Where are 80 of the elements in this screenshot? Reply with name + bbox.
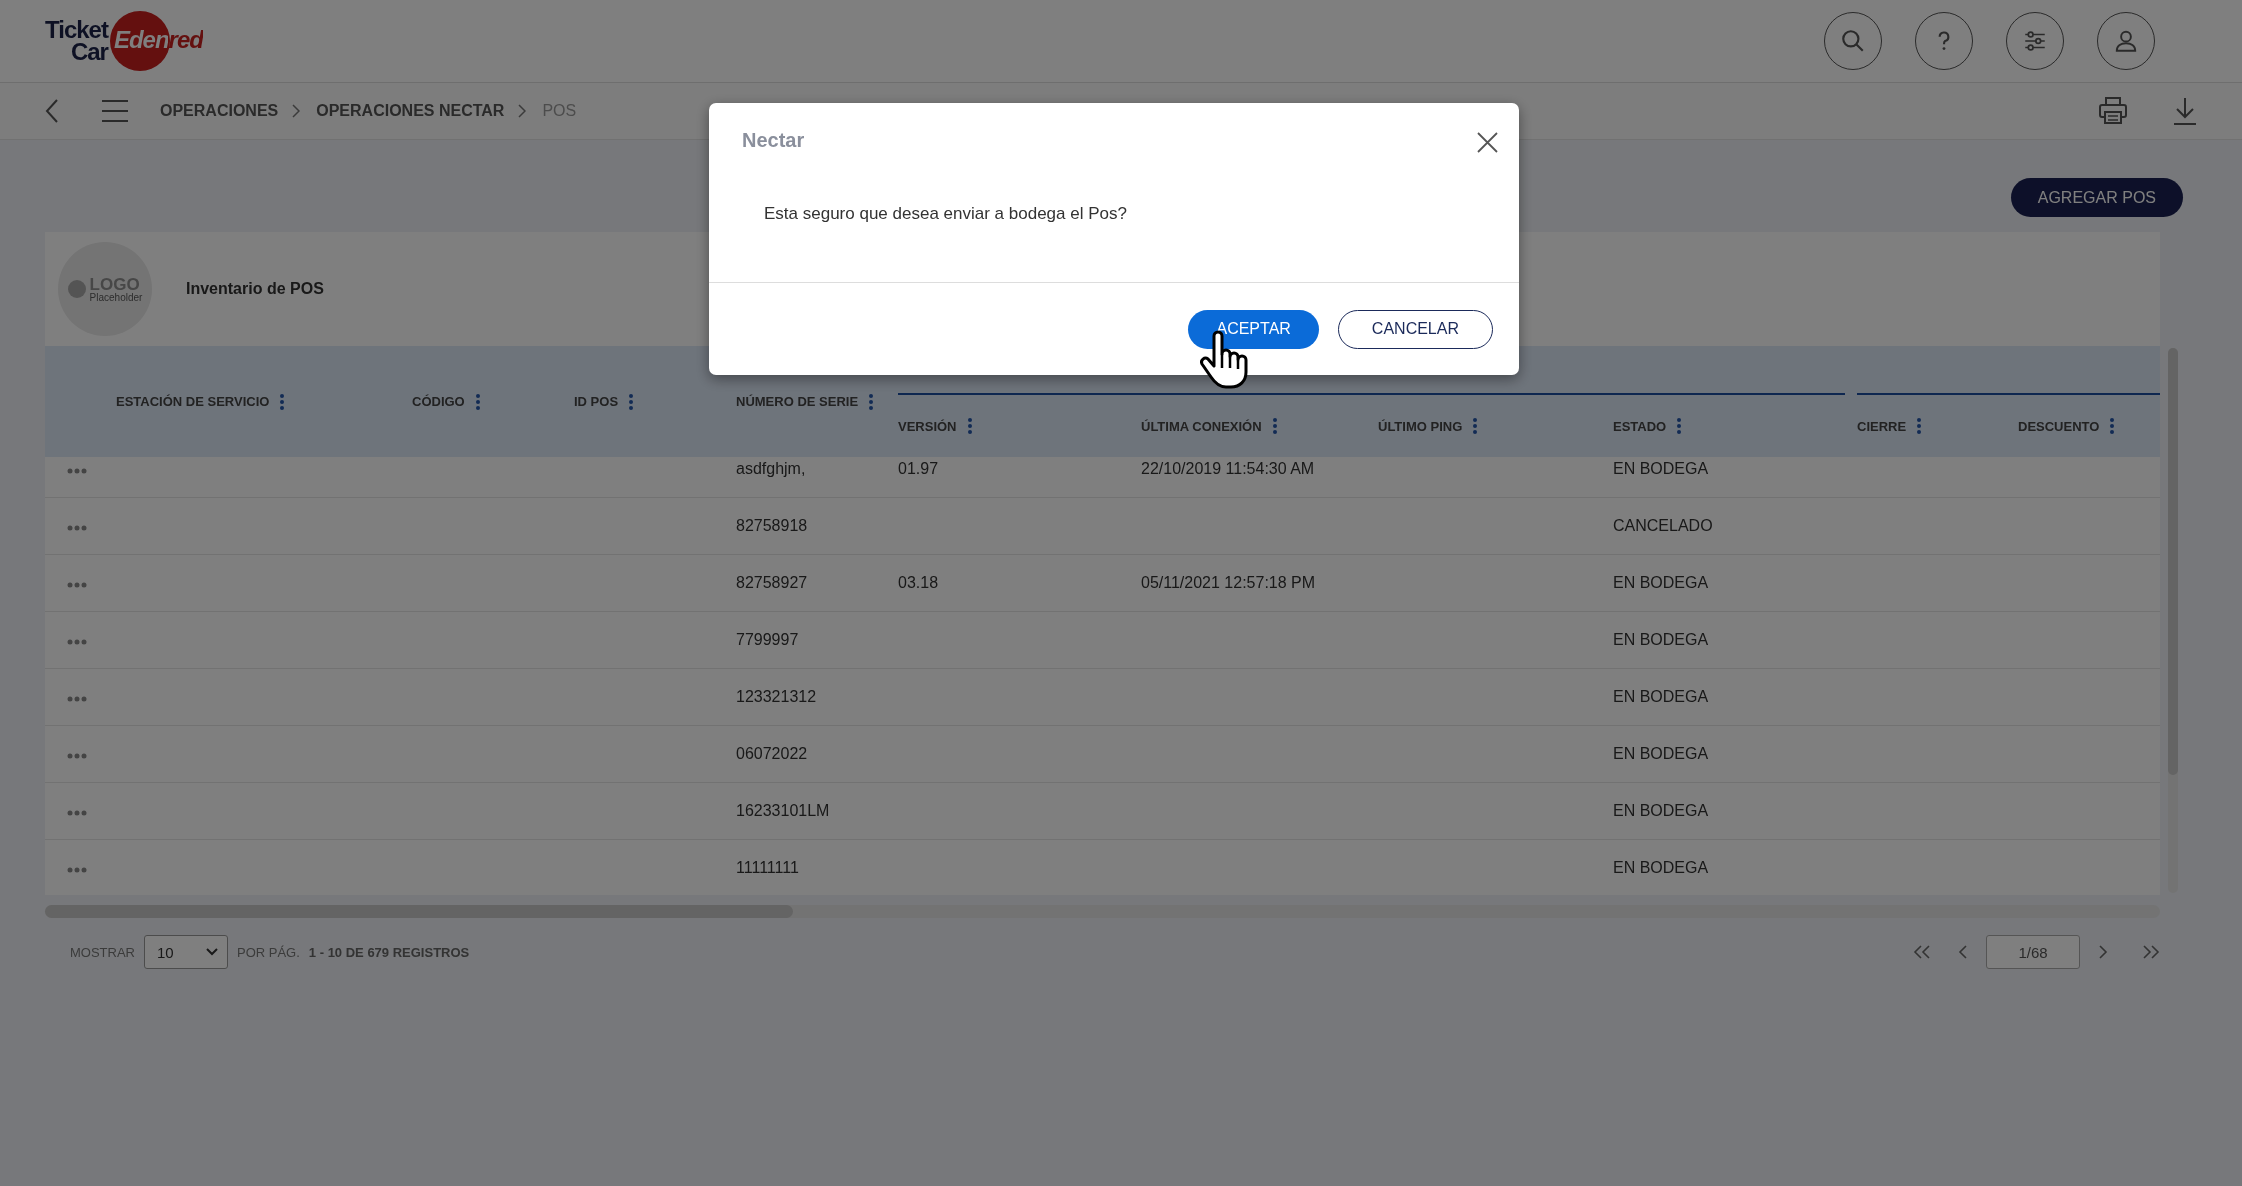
search-icon — [1840, 28, 1866, 54]
column-menu-icon[interactable] — [1272, 418, 1277, 434]
table-cell: EN BODEGA — [1613, 745, 1709, 762]
table-cell: 05/11/2021 12:57:18 PM — [1141, 574, 1316, 591]
table-cell: asdfghjm, — [736, 460, 806, 477]
table-cell: 01.97 — [898, 460, 939, 477]
per-page-label: POR PÁG. — [237, 944, 300, 960]
dialog-title: Nectar — [742, 129, 805, 152]
chevron-down-icon — [206, 948, 218, 956]
column-menu-icon[interactable] — [475, 393, 480, 410]
more-options-icon[interactable] — [67, 639, 87, 645]
logo-text: Ticket — [45, 19, 108, 41]
previous-page-icon[interactable] — [1958, 944, 1968, 960]
column-header: VERSIÓN — [898, 418, 957, 434]
table-cell: 82758918 — [736, 517, 808, 534]
menu-icon[interactable] — [102, 99, 128, 123]
column-header: DESCUENTO — [2018, 418, 2100, 434]
breadcrumb-link[interactable]: OPERACIONES NECTAR — [316, 102, 505, 120]
table-cell: EN BODEGA — [1613, 802, 1709, 819]
column-menu-icon[interactable] — [280, 393, 285, 410]
table-cell: EN BODEGA — [1613, 688, 1709, 705]
download-icon[interactable] — [2173, 97, 2197, 125]
more-options-icon[interactable] — [67, 582, 87, 588]
column-header: CÓDIGO — [412, 394, 465, 409]
breadcrumb-link[interactable]: OPERACIONES — [160, 102, 279, 120]
close-icon[interactable] — [1477, 132, 1498, 153]
first-page-icon[interactable] — [1913, 944, 1931, 960]
table-cell: 16233101LM — [736, 802, 830, 819]
more-options-icon[interactable] — [67, 810, 87, 816]
table-cell: 22/10/2019 11:54:30 AM — [1141, 460, 1315, 477]
table-cell: 11111111 — [736, 859, 799, 876]
page-size-select[interactable]: 10 — [144, 935, 228, 969]
table-cell: EN BODEGA — [1613, 574, 1709, 591]
add-pos-button[interactable]: AGREGAR POS — [2010, 178, 2183, 217]
chevron-right-icon — [292, 104, 301, 118]
table-cell: 82758927 — [736, 574, 808, 591]
column-menu-icon[interactable] — [1917, 418, 1922, 434]
last-page-icon[interactable] — [2142, 944, 2160, 960]
table-cell: CANCELADO — [1613, 517, 1713, 534]
column-menu-icon[interactable] — [869, 393, 874, 410]
show-label: MOSTRAR — [70, 944, 135, 960]
column-header: ÚLTIMO PING — [1378, 418, 1463, 434]
accept-button[interactable]: ACEPTAR — [1188, 309, 1319, 349]
column-header: ÚLTIMA CONEXIÓN — [1141, 418, 1262, 434]
column-header: NÚMERO DE SERIE — [736, 394, 859, 409]
table-cell: 123321312 — [736, 688, 817, 705]
card-title: Inventario de POS — [186, 280, 324, 298]
back-icon[interactable] — [44, 98, 60, 124]
next-page-icon[interactable] — [2098, 944, 2108, 960]
table-cell: 06072022 — [736, 745, 808, 762]
column-menu-icon[interactable] — [629, 393, 634, 410]
table-cell: EN BODEGA — [1613, 460, 1709, 477]
table-cell: 03.18 — [898, 574, 939, 591]
table-cell: 7799997 — [736, 631, 799, 648]
user-profile-icon — [2113, 28, 2139, 54]
column-menu-icon[interactable] — [1677, 418, 1682, 434]
dialog-message: Esta seguro que desea enviar a bodega el Pos? — [764, 204, 1127, 224]
logo-dot-icon — [67, 280, 86, 298]
more-options-icon[interactable] — [67, 525, 87, 531]
records-count: 1 - 10 DE 679 REGISTROS — [308, 944, 470, 960]
chevron-right-icon — [518, 104, 527, 118]
more-options-icon[interactable] — [67, 468, 87, 474]
cancel-button[interactable]: CANCELAR — [1337, 309, 1493, 349]
column-menu-icon[interactable] — [967, 418, 972, 434]
table-cell: EN BODEGA — [1613, 859, 1709, 876]
table-cell: EN BODEGA — [1613, 631, 1709, 648]
column-menu-icon[interactable] — [1473, 418, 1478, 434]
logo-text: Car — [70, 41, 108, 63]
more-options-icon[interactable] — [67, 867, 87, 873]
printer-icon[interactable] — [2098, 97, 2128, 125]
more-options-icon[interactable] — [67, 753, 87, 759]
logo-text: Placeholder — [89, 292, 143, 303]
filter-settings-icon — [2022, 28, 2048, 54]
column-header: ID POS — [574, 394, 619, 409]
column-menu-icon[interactable] — [2110, 418, 2115, 434]
page-input[interactable]: 1/68 — [1986, 935, 2080, 969]
more-options-icon[interactable] — [67, 696, 87, 702]
column-header: CIERRE — [1857, 418, 1907, 434]
column-header: ESTACIÓN DE SERVICIO — [116, 394, 270, 409]
column-header: ESTADO — [1613, 418, 1667, 434]
